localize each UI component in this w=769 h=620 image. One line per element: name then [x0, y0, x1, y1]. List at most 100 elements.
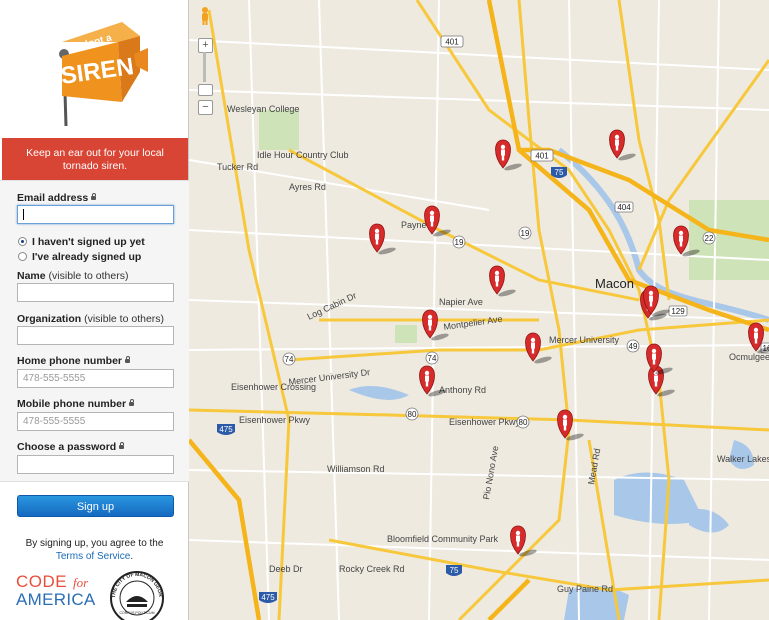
- lock-icon: [119, 442, 125, 449]
- zoom-slider-handle[interactable]: [198, 84, 213, 96]
- radio-not-signed-up-label: I haven't signed up yet: [32, 236, 145, 248]
- radio-selected-icon[interactable]: [18, 236, 27, 246]
- label-payne: Payne: [401, 220, 427, 230]
- shield-74: 74: [285, 355, 294, 364]
- zoom-slider-track[interactable]: [203, 52, 206, 82]
- shield-i75: 75: [450, 566, 459, 575]
- lock-icon: [129, 399, 135, 406]
- shield-404: 404: [617, 203, 631, 212]
- mobile-phone-label-text: Mobile phone number: [17, 398, 127, 410]
- adopt-a-siren-logo[interactable]: adopt a SIREN: [44, 14, 154, 126]
- siren-map[interactable]: Wesleyan College Idle Hour Country Club …: [189, 0, 769, 620]
- shield-i75: 75: [555, 168, 564, 177]
- park-area: [395, 325, 417, 343]
- shield-i475: 475: [219, 425, 233, 434]
- shield-80: 80: [408, 410, 417, 419]
- map-zoom-control: [386, 6, 406, 116]
- home-phone-label-text: Home phone number: [17, 355, 123, 367]
- password-field[interactable]: [17, 455, 174, 474]
- zoom-in-button[interactable]: +: [198, 38, 213, 53]
- radio-not-signed-up[interactable]: I haven't signed up yet: [18, 236, 145, 248]
- signup-form: Email address I haven't signed up yet I'…: [0, 180, 189, 482]
- road-label: Mercer University Dr: [288, 367, 371, 387]
- siren-pin-marker[interactable]: [489, 265, 517, 298]
- road-label: Tucker Rd: [217, 162, 258, 172]
- shield-49: 49: [629, 342, 638, 351]
- shield-i475: 475: [261, 593, 275, 602]
- text-caret: [23, 209, 24, 220]
- map-canvas[interactable]: Wesleyan College Idle Hour Country Club …: [189, 0, 769, 620]
- road-label: Ocmulgee N: [729, 352, 769, 362]
- radio-unselected-icon[interactable]: [18, 251, 27, 261]
- shield-74: 74: [428, 354, 437, 363]
- name-hint: (visible to others): [48, 270, 129, 282]
- radio-already-signed-up-label: I've already signed up: [32, 251, 142, 263]
- home-phone-placeholder: 478-555-5555: [23, 373, 86, 384]
- terms-period: .: [130, 551, 134, 562]
- road-label: Napier Ave: [439, 297, 483, 307]
- mobile-phone-field[interactable]: 478-555-5555: [17, 412, 174, 431]
- sidebar: adopt a SIREN Keep an ear out for your l…: [0, 0, 189, 620]
- road-label: Rocky Creek Rd: [339, 564, 405, 574]
- shield-129: 129: [671, 307, 685, 316]
- lake: [689, 509, 729, 533]
- terms-notice: By signing up, you agree to the Terms of…: [0, 537, 189, 563]
- label-bloomfield-park: Bloomfield Community Park: [387, 534, 499, 544]
- shield-80: 80: [519, 418, 528, 427]
- siren-pin-marker[interactable]: [510, 525, 538, 558]
- lock-icon: [91, 193, 97, 200]
- cfa-for-text: for: [73, 575, 89, 590]
- tagline-line1: Keep an ear out for your local: [26, 147, 164, 159]
- label-mercer-university: Mercer University: [549, 335, 620, 345]
- siren-pin-marker[interactable]: [609, 129, 637, 162]
- road-label: Ayres Rd: [289, 182, 326, 192]
- home-phone-label: Home phone number: [17, 355, 131, 367]
- label-walker-lakes: Walker Lakes: [717, 454, 769, 464]
- organization-field[interactable]: [17, 326, 174, 345]
- tagline-banner: Keep an ear out for your local tornado s…: [2, 138, 188, 180]
- road-label: Deeb Dr: [269, 564, 303, 574]
- shield-22: 22: [705, 234, 714, 243]
- lake: [349, 386, 409, 400]
- road-label: Montpelier Ave: [443, 314, 503, 332]
- siren-pin-marker[interactable]: [419, 365, 447, 398]
- road-label: Eisenhower Pkwy: [239, 415, 311, 425]
- mobile-phone-placeholder: 478-555-5555: [23, 416, 86, 427]
- park-area: [259, 110, 299, 150]
- email-label-text: Email address: [17, 192, 89, 204]
- terms-of-service-link[interactable]: Terms of Service: [56, 551, 130, 562]
- siren-pin-marker[interactable]: [557, 409, 585, 442]
- road-label: Guy Paine Rd: [557, 584, 613, 594]
- password-label: Choose a password: [17, 441, 125, 453]
- shield-19: 19: [455, 238, 464, 247]
- home-phone-field[interactable]: 478-555-5555: [17, 369, 174, 388]
- road-label: Mead Rd: [586, 448, 602, 486]
- zoom-out-button[interactable]: −: [198, 100, 213, 115]
- name-label-text: Name: [17, 270, 46, 282]
- road-label: Anthony Rd: [439, 385, 486, 395]
- sign-up-button[interactable]: Sign up: [17, 495, 174, 517]
- lock-icon: [125, 356, 131, 363]
- shield-19: 19: [521, 229, 530, 238]
- password-label-text: Choose a password: [17, 441, 117, 453]
- code-for-america-logo[interactable]: CODE for AMERICA: [16, 571, 100, 609]
- cfa-code-text: CODE: [16, 572, 67, 591]
- name-label: Name (visible to others): [17, 270, 128, 282]
- seal-motto: CORPUS POLITICUM: [119, 611, 154, 615]
- label-wesleyan-college: Wesleyan College: [227, 104, 299, 114]
- city-of-macon-seal: CORPUS POLITICUM THE CITY OF MACON GEORG…: [107, 568, 164, 620]
- organization-hint: (visible to others): [84, 313, 165, 325]
- street-view-pegman-icon[interactable]: [198, 6, 212, 26]
- terms-text: By signing up, you agree to the: [25, 538, 164, 549]
- name-field[interactable]: [17, 283, 174, 302]
- tagline-line2: tornado siren.: [62, 160, 128, 172]
- shield-401: 401: [445, 38, 459, 47]
- organization-label-text: Organization: [17, 313, 82, 325]
- email-label: Email address: [17, 192, 97, 204]
- road-label: Williamson Rd: [327, 464, 385, 474]
- siren-pin-marker[interactable]: [424, 205, 452, 238]
- road-label: Pio Nono Ave: [481, 445, 500, 500]
- organization-label: Organization (visible to others): [17, 313, 164, 325]
- radio-already-signed-up[interactable]: I've already signed up: [18, 251, 141, 263]
- email-field[interactable]: [17, 205, 174, 224]
